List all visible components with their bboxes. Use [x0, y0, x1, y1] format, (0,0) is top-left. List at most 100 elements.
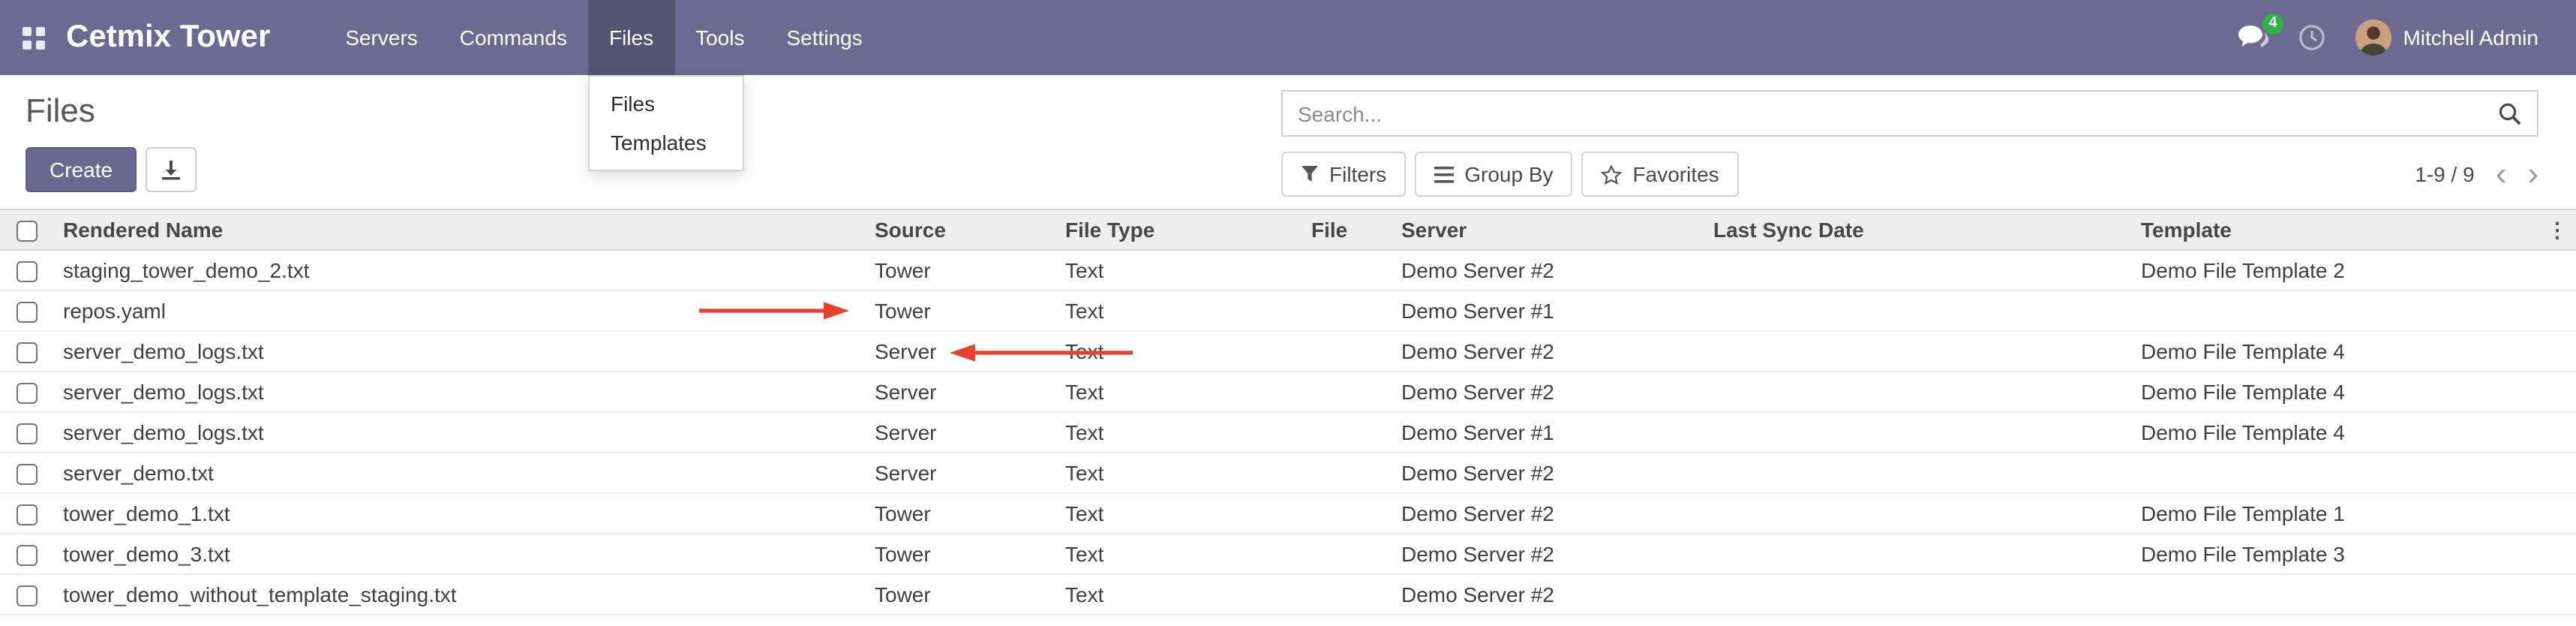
cell-source[interactable]: Tower	[869, 290, 1059, 331]
cell-file-type[interactable]: Text	[1059, 453, 1305, 493]
cell-server[interactable]: Demo Server #2	[1395, 574, 1707, 615]
row-checkbox[interactable]	[17, 342, 38, 363]
column-header-last-sync-date[interactable]: Last Sync Date	[1707, 209, 2135, 250]
row-checkbox[interactable]	[17, 302, 38, 323]
cell-file-type[interactable]: Text	[1059, 331, 1305, 372]
cell-file-type[interactable]: Text	[1059, 574, 1305, 615]
column-header-server[interactable]: Server	[1395, 209, 1707, 250]
nav-tools[interactable]: Tools	[674, 0, 765, 75]
cell-rendered-name[interactable]: server_demo_logs.txt	[57, 372, 869, 412]
table-row[interactable]: tower_demo_without_template_staging.txt …	[0, 574, 2576, 615]
cell-source[interactable]: Server	[869, 372, 1059, 412]
cell-template[interactable]	[2135, 290, 2538, 331]
cell-rendered-name[interactable]: tower_demo_1.txt	[57, 493, 869, 534]
cell-rendered-name[interactable]: server_demo_logs.txt	[57, 412, 869, 453]
cell-template[interactable]: Demo File Template 2	[2135, 250, 2538, 290]
row-checkbox[interactable]	[17, 261, 38, 282]
optional-columns-icon[interactable]: ⋮	[2538, 209, 2576, 250]
table-row[interactable]: server_demo_logs.txt Server Text Demo Se…	[0, 412, 2576, 453]
cell-file[interactable]	[1305, 493, 1395, 534]
column-header-source[interactable]: Source	[869, 209, 1059, 250]
cell-server[interactable]: Demo Server #1	[1395, 290, 1707, 331]
cell-file[interactable]	[1305, 331, 1395, 372]
cell-source[interactable]: Server	[869, 331, 1059, 372]
cell-template[interactable]: Demo File Template 4	[2135, 372, 2538, 412]
cell-last-sync-date[interactable]	[1707, 331, 2135, 372]
upload-button[interactable]	[146, 147, 197, 192]
cell-file[interactable]	[1305, 412, 1395, 453]
select-all-checkbox[interactable]	[17, 221, 38, 242]
cell-file[interactable]	[1305, 372, 1395, 412]
user-menu[interactable]: Mitchell Admin	[2355, 20, 2538, 56]
cell-template[interactable]: Demo File Template 1	[2135, 493, 2538, 534]
cell-file[interactable]	[1305, 534, 1395, 574]
cell-template[interactable]: Demo File Template 4	[2135, 412, 2538, 453]
search-icon[interactable]	[2483, 92, 2537, 135]
cell-rendered-name[interactable]: server_demo_logs.txt	[57, 331, 869, 372]
cell-last-sync-date[interactable]	[1707, 290, 2135, 331]
row-checkbox[interactable]	[17, 504, 38, 525]
cell-file[interactable]	[1305, 453, 1395, 493]
cell-last-sync-date[interactable]	[1707, 250, 2135, 290]
cell-file-type[interactable]: Text	[1059, 534, 1305, 574]
nav-files[interactable]: Files Files Templates	[588, 0, 674, 75]
cell-source[interactable]: Tower	[869, 574, 1059, 615]
cell-rendered-name[interactable]: tower_demo_without_template_staging.txt	[57, 574, 869, 615]
table-row[interactable]: tower_demo_1.txt Tower Text Demo Server …	[0, 493, 2576, 534]
cell-source[interactable]: Server	[869, 412, 1059, 453]
create-button[interactable]: Create	[26, 147, 137, 192]
cell-template[interactable]: Demo File Template 4	[2135, 331, 2538, 372]
cell-last-sync-date[interactable]	[1707, 534, 2135, 574]
cell-last-sync-date[interactable]	[1707, 493, 2135, 534]
cell-file-type[interactable]: Text	[1059, 412, 1305, 453]
row-checkbox[interactable]	[17, 585, 38, 606]
row-checkbox[interactable]	[17, 545, 38, 566]
messages-icon[interactable]: 4	[2238, 26, 2268, 50]
brand-title[interactable]: Cetmix Tower	[66, 0, 270, 75]
cell-last-sync-date[interactable]	[1707, 453, 2135, 493]
cell-source[interactable]: Tower	[869, 534, 1059, 574]
cell-template[interactable]	[2135, 453, 2538, 493]
search-input[interactable]	[1283, 101, 2483, 125]
cell-server[interactable]: Demo Server #2	[1395, 534, 1707, 574]
cell-last-sync-date[interactable]	[1707, 574, 2135, 615]
favorites-button[interactable]: Favorites	[1582, 152, 1739, 197]
cell-file-type[interactable]: Text	[1059, 290, 1305, 331]
apps-grid-icon[interactable]	[0, 0, 66, 75]
cell-source[interactable]: Tower	[869, 493, 1059, 534]
cell-file[interactable]	[1305, 250, 1395, 290]
column-header-file-type[interactable]: File Type	[1059, 209, 1305, 250]
cell-file-type[interactable]: Text	[1059, 493, 1305, 534]
cell-file[interactable]	[1305, 574, 1395, 615]
cell-file[interactable]	[1305, 290, 1395, 331]
table-row[interactable]: repos.yaml Tower Text Demo Server #1	[0, 290, 2576, 331]
table-row[interactable]: staging_tower_demo_2.txt Tower Text Demo…	[0, 250, 2576, 290]
cell-server[interactable]: Demo Server #2	[1395, 250, 1707, 290]
nav-servers[interactable]: Servers	[324, 0, 438, 75]
dropdown-item-files[interactable]: Files	[590, 84, 743, 123]
pager-previous-icon[interactable]: ‹	[2496, 159, 2507, 189]
cell-server[interactable]: Demo Server #2	[1395, 331, 1707, 372]
table-row[interactable]: server_demo_logs.txt Server Text Demo Se…	[0, 372, 2576, 412]
cell-server[interactable]: Demo Server #2	[1395, 372, 1707, 412]
cell-server[interactable]: Demo Server #1	[1395, 412, 1707, 453]
cell-server[interactable]: Demo Server #2	[1395, 493, 1707, 534]
table-row[interactable]: tower_demo_3.txt Tower Text Demo Server …	[0, 534, 2576, 574]
cell-rendered-name[interactable]: server_demo.txt	[57, 453, 869, 493]
cell-source[interactable]: Server	[869, 453, 1059, 493]
cell-rendered-name[interactable]: staging_tower_demo_2.txt	[57, 250, 869, 290]
cell-template[interactable]	[2135, 574, 2538, 615]
activities-icon[interactable]	[2298, 24, 2325, 51]
nav-settings[interactable]: Settings	[765, 0, 883, 75]
table-row[interactable]: server_demo.txt Server Text Demo Server …	[0, 453, 2576, 493]
pager-next-icon[interactable]: ›	[2527, 159, 2538, 189]
cell-source[interactable]: Tower	[869, 250, 1059, 290]
cell-server[interactable]: Demo Server #2	[1395, 453, 1707, 493]
cell-template[interactable]: Demo File Template 3	[2135, 534, 2538, 574]
column-header-rendered-name[interactable]: Rendered Name	[57, 209, 869, 250]
cell-file-type[interactable]: Text	[1059, 372, 1305, 412]
cell-rendered-name[interactable]: tower_demo_3.txt	[57, 534, 869, 574]
group-by-button[interactable]: Group By	[1415, 152, 1572, 197]
row-checkbox[interactable]	[17, 383, 38, 404]
filters-button[interactable]: Filters	[1281, 152, 1406, 197]
